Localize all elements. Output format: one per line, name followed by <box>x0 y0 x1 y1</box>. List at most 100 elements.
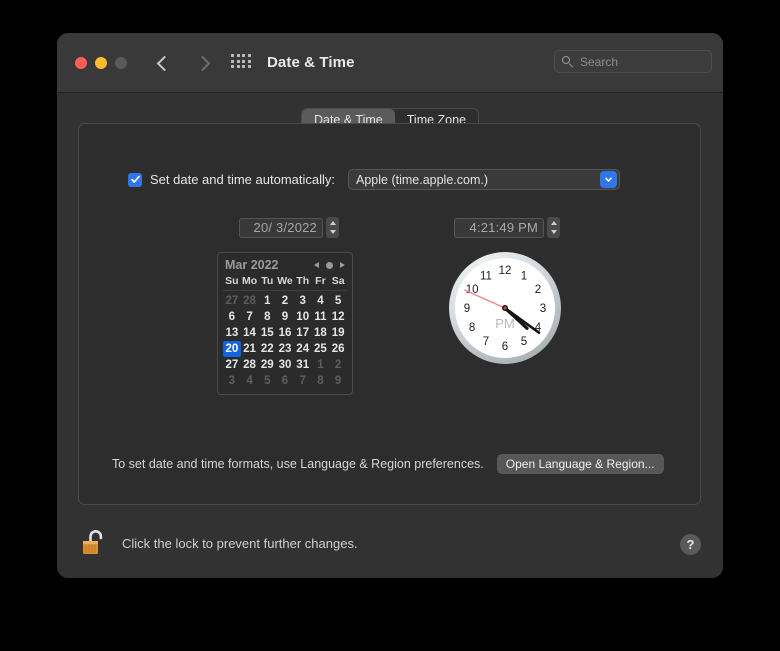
clock-hour-number: 9 <box>464 303 470 315</box>
calendar-day[interactable]: 21 <box>241 341 259 357</box>
clock-hour-number: 7 <box>483 336 489 348</box>
unlocked-padlock-icon[interactable] <box>80 526 110 560</box>
date-stepper[interactable] <box>326 217 339 238</box>
calendar-day[interactable]: 5 <box>329 293 347 309</box>
search-input[interactable]: Search <box>554 50 712 73</box>
stepper-down-icon[interactable] <box>330 230 336 234</box>
calendar-day[interactable]: 3 <box>294 293 312 309</box>
today-dot-icon[interactable] <box>326 262 333 269</box>
calendar-month-label: Mar 2022 <box>225 258 279 272</box>
minimize-button[interactable] <box>95 57 107 69</box>
calendar-day[interactable]: 27 <box>223 357 241 373</box>
calendar-day-selected[interactable]: 20 <box>223 341 241 357</box>
calendar-day[interactable]: 13 <box>223 325 241 341</box>
calendar-day[interactable]: 2 <box>329 357 347 373</box>
analog-clock: 121234567891011 PM <box>447 250 563 366</box>
calendar-weekday: Th <box>294 275 312 290</box>
time-field-row: 4:21:49 PM <box>454 217 560 238</box>
chevron-down-icon[interactable] <box>600 171 617 188</box>
calendar-day[interactable]: 31 <box>294 357 312 373</box>
screen: Date & Time Search Date & Time Time Zone <box>0 0 780 651</box>
calendar-day[interactable]: 30 <box>276 357 294 373</box>
calendar-day[interactable]: 14 <box>241 325 259 341</box>
calendar-day[interactable]: 8 <box>312 373 330 389</box>
calendar-day[interactable]: 22 <box>258 341 276 357</box>
calendar-weekday: Su <box>223 275 241 290</box>
time-stepper[interactable] <box>547 217 560 238</box>
calendar-day[interactable]: 4 <box>312 293 330 309</box>
calendar-day[interactable]: 11 <box>312 309 330 325</box>
calendar-header: Mar 2022 <box>223 257 347 275</box>
clock-hour-number: 2 <box>535 284 541 296</box>
calendar-day[interactable]: 23 <box>276 341 294 357</box>
checkmark-icon <box>130 174 141 185</box>
clock-hour-number: 5 <box>521 336 527 348</box>
calendar-day[interactable]: 7 <box>294 373 312 389</box>
calendar-day[interactable]: 25 <box>312 341 330 357</box>
time-input[interactable]: 4:21:49 PM <box>454 218 544 238</box>
calendar-day[interactable]: 19 <box>329 325 347 341</box>
date-field-row: 20/ 3/2022 <box>239 217 339 238</box>
formats-note-text: To set date and time formats, use Langua… <box>112 457 484 471</box>
calendar-day[interactable]: 26 <box>329 341 347 357</box>
stepper-down-icon[interactable] <box>551 230 557 234</box>
calendar-day[interactable]: 18 <box>312 325 330 341</box>
calendar-day[interactable]: 10 <box>294 309 312 325</box>
time-server-select[interactable]: Apple (time.apple.com.) <box>348 169 620 190</box>
calendar-day[interactable]: 29 <box>258 357 276 373</box>
clock-hour-number: 3 <box>540 303 546 315</box>
calendar-day[interactable]: 1 <box>312 357 330 373</box>
chevron-right-icon <box>194 55 210 71</box>
calendar-day[interactable]: 9 <box>276 309 294 325</box>
calendar-day[interactable]: 3 <box>223 373 241 389</box>
triangle-right-icon[interactable] <box>340 262 345 268</box>
close-button[interactable] <box>75 57 87 69</box>
formats-note-row: To set date and time formats, use Langua… <box>112 454 664 474</box>
calendar-day[interactable]: 16 <box>276 325 294 341</box>
calendar-day[interactable]: 28 <box>241 293 259 309</box>
stepper-up-icon[interactable] <box>330 221 336 225</box>
page-title: Date & Time <box>267 54 355 71</box>
calendar-day[interactable]: 17 <box>294 325 312 341</box>
help-button[interactable]: ? <box>680 534 701 555</box>
lock-row: Click the lock to prevent further change… <box>80 526 358 560</box>
calendar-day[interactable]: 1 <box>258 293 276 309</box>
calendar-weekday: Tu <box>258 275 276 290</box>
calendar-day[interactable]: 12 <box>329 309 347 325</box>
date-input[interactable]: 20/ 3/2022 <box>239 218 323 238</box>
calendar-weekday: Fr <box>312 275 330 290</box>
calendar-day[interactable]: 4 <box>241 373 259 389</box>
calendar-day[interactable]: 7 <box>241 309 259 325</box>
search-placeholder: Search <box>580 55 618 69</box>
calendar-day[interactable]: 15 <box>258 325 276 341</box>
calendar-widget[interactable]: Mar 2022 SuMoTuWeThFrSa 2728123456789101… <box>217 252 353 395</box>
calendar-day[interactable]: 6 <box>223 309 241 325</box>
grid-apps-icon[interactable] <box>231 54 251 70</box>
calendar-weekday: We <box>276 275 294 290</box>
clock-hour-number: 1 <box>521 270 527 282</box>
zoom-button[interactable] <box>115 57 127 69</box>
calendar-days-grid[interactable]: 2728123456789101112131415161718192021222… <box>223 293 347 389</box>
open-language-region-button[interactable]: Open Language & Region... <box>497 454 664 474</box>
calendar-weekday-header: SuMoTuWeThFrSa <box>223 275 347 290</box>
clock-hour-number: 6 <box>502 341 508 353</box>
triangle-left-icon[interactable] <box>314 262 319 268</box>
clock-hour-number: 10 <box>466 284 479 296</box>
calendar-day[interactable]: 24 <box>294 341 312 357</box>
search-icon <box>562 56 574 68</box>
settings-panel: Set date and time automatically: Apple (… <box>78 123 701 505</box>
calendar-day[interactable]: 6 <box>276 373 294 389</box>
calendar-day[interactable]: 9 <box>329 373 347 389</box>
calendar-day[interactable]: 5 <box>258 373 276 389</box>
calendar-day[interactable]: 27 <box>223 293 241 309</box>
clock-hour-number: 11 <box>480 270 492 282</box>
calendar-day[interactable]: 2 <box>276 293 294 309</box>
calendar-day[interactable]: 28 <box>241 357 259 373</box>
forward-button[interactable] <box>191 52 213 74</box>
back-button[interactable] <box>153 52 175 74</box>
set-automatically-checkbox[interactable] <box>128 173 142 187</box>
stepper-up-icon[interactable] <box>551 221 557 225</box>
traffic-lights <box>75 57 127 69</box>
calendar-day[interactable]: 8 <box>258 309 276 325</box>
clock-hour-number: 12 <box>499 265 512 277</box>
